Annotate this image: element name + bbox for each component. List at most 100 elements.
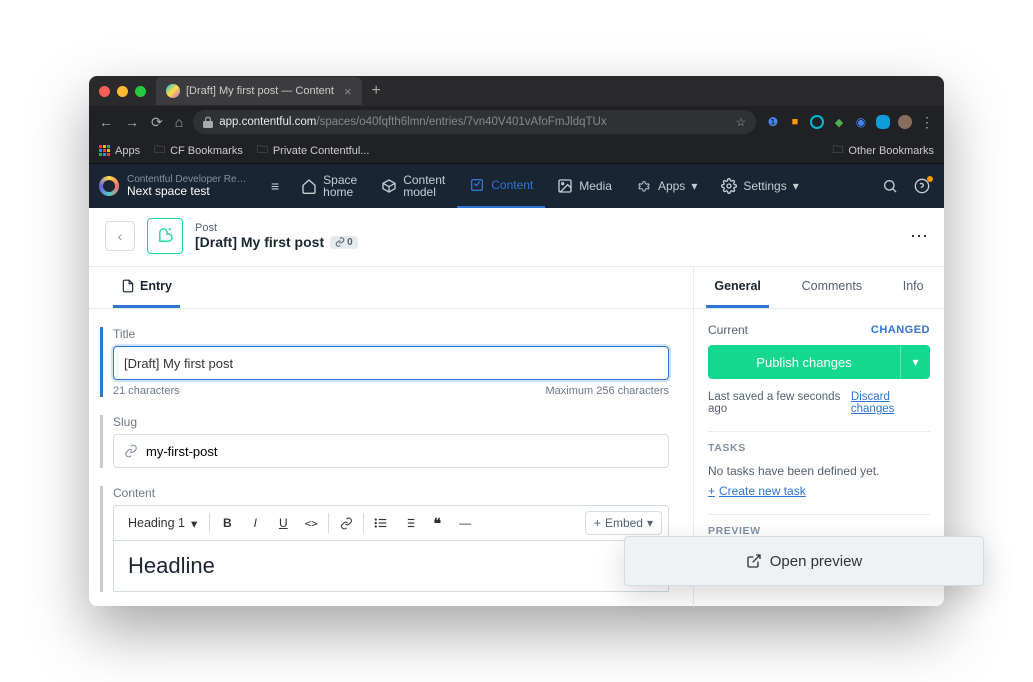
- bookmarks-bar: Apps 🗀CF Bookmarks 🗀Private Contentful..…: [89, 138, 944, 164]
- rte-toolbar: Heading 1 ▾ B I U <> ❝ — +Embed▾: [113, 505, 669, 541]
- window-minimize-button[interactable]: [117, 86, 128, 97]
- home-button[interactable]: ⌂: [175, 114, 183, 130]
- nav-settings[interactable]: Settings ▾: [709, 164, 810, 208]
- nav-content-model[interactable]: Contentmodel: [369, 164, 457, 208]
- ext-icon[interactable]: ❶: [766, 115, 780, 129]
- embed-button[interactable]: +Embed▾: [585, 511, 662, 535]
- section-tasks: TASKS: [708, 431, 930, 454]
- tab-close-icon[interactable]: ×: [344, 84, 352, 99]
- ext-icon[interactable]: ■: [788, 115, 802, 129]
- field-label: Title: [113, 327, 669, 341]
- search-icon[interactable]: [882, 178, 898, 194]
- discard-link[interactable]: Discard changes: [851, 391, 930, 415]
- field-slug: Slug: [100, 415, 669, 468]
- bookmark-folder[interactable]: 🗀CF Bookmarks: [154, 141, 243, 160]
- open-preview-button[interactable]: Open preview: [624, 536, 984, 586]
- favicon-icon: [166, 84, 180, 98]
- entry-menu-icon[interactable]: ⋯: [910, 226, 928, 247]
- nav-content[interactable]: Content: [457, 164, 545, 208]
- last-saved: Last saved a few seconds ago: [708, 391, 851, 415]
- help-icon[interactable]: [914, 178, 930, 194]
- bold-button[interactable]: B: [214, 510, 240, 536]
- url-path: /spaces/o40fqfth6lmn/entries/7vn40V401vA…: [316, 116, 606, 128]
- entry-header: ‹ Post [Draft] My first post 0 ⋯: [89, 208, 944, 267]
- chevron-down-icon: ▾: [793, 179, 799, 193]
- folder-icon: 🗀: [154, 141, 165, 160]
- extension-icons: ❶ ■ ◆ ◉ ⋮: [766, 115, 934, 129]
- reload-button[interactable]: ⟳: [151, 114, 163, 131]
- folder-icon: 🗀: [257, 141, 268, 160]
- underline-button[interactable]: U: [270, 510, 296, 536]
- profile-avatar[interactable]: [898, 115, 912, 129]
- bookmark-star-icon[interactable]: ☆: [736, 115, 746, 129]
- browser-window: [Draft] My first post — Content × + ← → …: [89, 76, 944, 606]
- tab-entry[interactable]: Entry: [113, 267, 180, 308]
- lock-icon: [203, 116, 213, 128]
- content-type-icon: [147, 218, 183, 254]
- italic-button[interactable]: I: [242, 510, 268, 536]
- other-bookmarks[interactable]: 🗀Other Bookmarks: [832, 141, 934, 160]
- status-badge: CHANGED: [871, 324, 930, 336]
- code-button[interactable]: <>: [298, 510, 324, 536]
- tasks-empty: No tasks have been defined yet.: [708, 464, 930, 478]
- rte-editor[interactable]: Headline: [113, 541, 669, 592]
- contentful-logo-icon: [99, 176, 119, 196]
- browser-tab[interactable]: [Draft] My first post — Content ×: [156, 77, 362, 105]
- tab-info[interactable]: Info: [895, 267, 932, 308]
- content-type-label: Post: [195, 222, 358, 234]
- bookmark-folder[interactable]: 🗀Private Contentful...: [257, 141, 370, 160]
- window-close-button[interactable]: [99, 86, 110, 97]
- publish-button[interactable]: Publish changes ▾: [708, 345, 930, 379]
- title-input[interactable]: [113, 346, 669, 380]
- heading-select[interactable]: Heading 1 ▾: [120, 516, 205, 531]
- ext-icon[interactable]: [810, 115, 824, 129]
- ul-button[interactable]: [368, 510, 394, 536]
- space-switcher[interactable]: Contentful Developer Rel... Next space t…: [89, 174, 271, 198]
- ext-icon[interactable]: ◆: [832, 115, 846, 129]
- ext-icon[interactable]: ◉: [854, 115, 868, 129]
- link-icon: [124, 444, 138, 458]
- ext-icon[interactable]: [876, 115, 890, 129]
- publish-dropdown[interactable]: ▾: [900, 345, 930, 379]
- field-title: Title 21 characters Maximum 256 characte…: [100, 327, 669, 397]
- nav-media[interactable]: Media: [545, 164, 624, 208]
- section-preview: PREVIEW: [708, 514, 930, 537]
- tab-title: [Draft] My first post — Content: [186, 85, 334, 97]
- char-max: Maximum 256 characters: [546, 385, 670, 397]
- editor-pane: Entry Title 21 characters Maximum 256 ch…: [89, 267, 694, 607]
- field-label: Slug: [113, 415, 669, 429]
- chevron-down-icon: ▾: [691, 179, 697, 193]
- tab-comments[interactable]: Comments: [794, 267, 870, 308]
- address-field[interactable]: app.contentful.com /spaces/o40fqfth6lmn/…: [193, 110, 756, 134]
- url-domain: app.contentful.com: [219, 116, 316, 128]
- forward-button[interactable]: →: [125, 114, 139, 130]
- folder-icon: 🗀: [832, 141, 843, 160]
- hyperlink-button[interactable]: [333, 510, 359, 536]
- browser-menu-icon[interactable]: ⋮: [920, 115, 934, 129]
- char-count: 21 characters: [113, 385, 180, 397]
- slug-input[interactable]: [146, 444, 658, 459]
- main-nav: Space homeSpacehome Contentmodel Content…: [289, 164, 811, 208]
- url-bar: ← → ⟳ ⌂ app.contentful.com /spaces/o40fq…: [89, 106, 944, 138]
- field-label: Content: [113, 486, 669, 500]
- space-name: Next space test: [127, 185, 247, 198]
- hr-button[interactable]: —: [452, 510, 478, 536]
- new-tab-button[interactable]: +: [372, 82, 381, 100]
- create-task-link[interactable]: +Create new task: [708, 484, 806, 498]
- entry-title: [Draft] My first post: [195, 234, 324, 250]
- ol-button[interactable]: [396, 510, 422, 536]
- quote-button[interactable]: ❝: [424, 510, 450, 536]
- status-label: Current: [708, 323, 748, 337]
- window-maximize-button[interactable]: [135, 86, 146, 97]
- back-button[interactable]: ←: [99, 114, 113, 130]
- nav-space-home[interactable]: Space homeSpacehome: [289, 164, 369, 208]
- back-button[interactable]: ‹: [105, 221, 135, 251]
- titlebar: [Draft] My first post — Content × +: [89, 76, 944, 106]
- references-pill[interactable]: 0: [330, 236, 358, 249]
- chevron-down-icon: ▾: [191, 516, 197, 531]
- app-header: Contentful Developer Rel... Next space t…: [89, 164, 944, 208]
- apps-button[interactable]: Apps: [99, 145, 140, 157]
- hamburger-icon[interactable]: ≡: [271, 178, 279, 194]
- nav-apps[interactable]: Apps ▾: [624, 164, 709, 208]
- tab-general[interactable]: General: [706, 267, 769, 308]
